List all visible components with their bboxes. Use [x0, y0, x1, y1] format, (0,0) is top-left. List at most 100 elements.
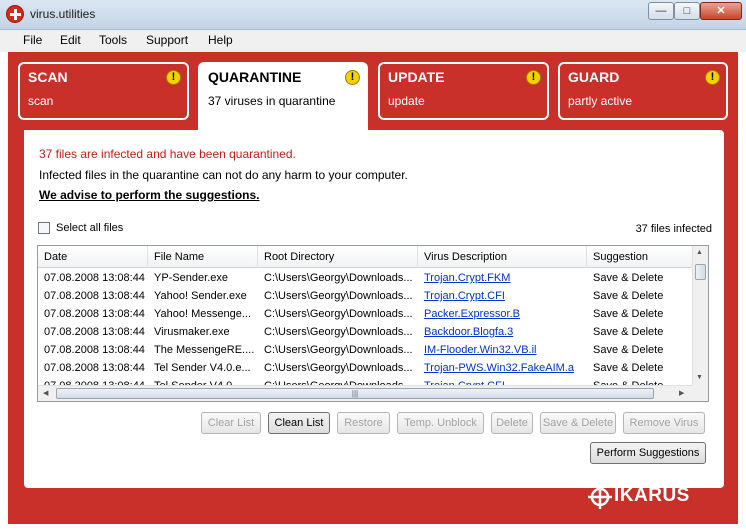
cell-suggestion: Save & Delete: [593, 362, 664, 374]
cell-root-directory: C:\Users\Georgy\Downloads...: [264, 344, 413, 356]
cell-date: 07.08.2008 13:08:44: [44, 362, 145, 374]
table-row[interactable]: 07.08.2008 13:08:44 The MessengeRE.... C…: [38, 341, 693, 359]
table-row[interactable]: 07.08.2008 13:08:44 YP-Sender.exe C:\Use…: [38, 269, 693, 287]
tab-title: UPDATE: [388, 69, 445, 85]
clear-list-button[interactable]: Clear List: [201, 412, 261, 434]
cell-file-name: Yahoo! Sender.exe: [154, 290, 247, 302]
cell-virus-link[interactable]: Trojan.Crypt.FKM: [418, 269, 587, 287]
cell-root-directory: C:\Users\Georgy\Downloads...: [264, 308, 413, 320]
column-date[interactable]: Date: [38, 246, 148, 268]
menu-bar: File Edit Tools Support Help: [0, 30, 746, 52]
cell-root-directory: C:\Users\Georgy\Downloads...: [264, 290, 413, 302]
clean-list-button[interactable]: Clean List: [268, 412, 330, 434]
cell-root-directory: C:\Users\Georgy\Downloads...: [264, 362, 413, 374]
menu-support[interactable]: Support: [146, 33, 188, 47]
table-row[interactable]: 07.08.2008 13:08:44 Tel Sender V4.0.e...…: [38, 359, 693, 377]
scroll-thumb[interactable]: [695, 264, 706, 280]
title-bar: virus.utilities — □ ✕: [0, 0, 746, 30]
scroll-down-icon[interactable]: ▼: [696, 374, 703, 381]
ikarus-logo: IKARUS: [586, 484, 726, 510]
cell-virus-link[interactable]: Trojan-PWS.Win32.FakeAIM.a: [418, 359, 587, 377]
scroll-right-icon[interactable]: ▶: [679, 389, 684, 397]
column-virus-description[interactable]: Virus Description: [418, 246, 587, 268]
save-delete-button[interactable]: Save & Delete: [540, 412, 616, 434]
warning-icon: !: [705, 70, 720, 85]
logo-text: IKARUS: [614, 485, 690, 506]
temp-unblock-button[interactable]: Temp. Unblock: [397, 412, 484, 434]
restore-button[interactable]: Restore: [337, 412, 390, 434]
scroll-thumb[interactable]: |||: [56, 388, 654, 399]
cell-virus-link[interactable]: Backdoor.Blogfa.3: [418, 323, 587, 341]
cell-suggestion: Save & Delete: [593, 290, 664, 302]
tab-scan[interactable]: SCAN scan !: [18, 62, 189, 120]
cell-file-name: YP-Sender.exe: [154, 272, 228, 284]
tab-subtitle: partly active: [568, 94, 633, 108]
maximize-button[interactable]: □: [674, 2, 700, 20]
table-row[interactable]: 07.08.2008 13:08:44 Yahoo! Messenge... C…: [38, 305, 693, 323]
table-header: Date File Name Root Directory Virus Desc…: [38, 246, 693, 268]
cell-date: 07.08.2008 13:08:44: [44, 272, 145, 284]
advice-message: We advise to perform the suggestions.: [39, 188, 260, 202]
infected-count: 37 files infected: [635, 223, 712, 235]
cell-suggestion: Save & Delete: [593, 326, 664, 338]
cell-file-name: Tel Sender V4.0.e...: [154, 362, 251, 374]
close-button[interactable]: ✕: [700, 2, 742, 20]
cell-virus-link[interactable]: IM-Flooder.Win32.VB.il: [418, 341, 587, 359]
warning-icon: !: [345, 70, 360, 85]
column-root-directory[interactable]: Root Directory: [258, 246, 418, 268]
quarantine-table: Date File Name Root Directory Virus Desc…: [37, 245, 709, 402]
scroll-corner: [692, 385, 708, 401]
tab-title: SCAN: [28, 69, 68, 85]
red-cross-icon: [6, 5, 24, 23]
cell-file-name: Yahoo! Messenge...: [154, 308, 252, 320]
tab-update[interactable]: UPDATE update !: [378, 62, 549, 120]
infected-message: 37 files are infected and have been quar…: [39, 147, 296, 161]
column-suggestion[interactable]: Suggestion: [587, 246, 693, 268]
select-all-label: Select all files: [56, 222, 124, 234]
cell-virus-link[interactable]: Trojan.Crypt.CFI: [418, 287, 587, 305]
cell-file-name: The MessengeRE....: [154, 344, 255, 356]
vertical-scrollbar[interactable]: ▲ ▼: [692, 246, 708, 387]
cell-suggestion: Save & Delete: [593, 344, 664, 356]
remove-virus-button[interactable]: Remove Virus: [623, 412, 705, 434]
warning-icon: !: [166, 70, 181, 85]
cell-date: 07.08.2008 13:08:44: [44, 308, 145, 320]
table-row[interactable]: 07.08.2008 13:08:44 Virusmaker.exe C:\Us…: [38, 323, 693, 341]
window-title: virus.utilities: [30, 7, 96, 21]
tab-quarantine[interactable]: QUARANTINE 37 viruses in quarantine !: [198, 62, 368, 134]
cell-suggestion: Save & Delete: [593, 308, 664, 320]
perform-suggestions-button[interactable]: Perform Suggestions: [590, 442, 706, 464]
select-all-checkbox[interactable]: [38, 222, 50, 234]
cell-file-name: Virusmaker.exe: [154, 326, 230, 338]
tab-guard[interactable]: GUARD partly active !: [558, 62, 728, 120]
menu-tools[interactable]: Tools: [99, 33, 127, 47]
scroll-up-icon[interactable]: ▲: [696, 249, 703, 256]
menu-file[interactable]: File: [23, 33, 42, 47]
minimize-button[interactable]: —: [648, 2, 674, 20]
delete-button[interactable]: Delete: [491, 412, 533, 434]
cell-root-directory: C:\Users\Georgy\Downloads...: [264, 326, 413, 338]
ikarus-logo-icon: [588, 485, 612, 509]
tab-subtitle: scan: [28, 94, 54, 108]
warning-icon: !: [526, 70, 541, 85]
tab-title: GUARD: [568, 69, 620, 85]
tab-subtitle: update: [388, 94, 425, 108]
cell-suggestion: Save & Delete: [593, 272, 664, 284]
maximize-icon: □: [683, 5, 691, 17]
cell-root-directory: C:\Users\Georgy\Downloads...: [264, 272, 413, 284]
tab-title: QUARANTINE: [208, 69, 302, 85]
menu-help[interactable]: Help: [208, 33, 233, 47]
quarantine-content: 37 files are infected and have been quar…: [24, 130, 724, 488]
cell-date: 07.08.2008 13:08:44: [44, 344, 145, 356]
table-row[interactable]: 07.08.2008 13:08:44 Yahoo! Sender.exe C:…: [38, 287, 693, 305]
cell-virus-link[interactable]: Packer.Expressor.B: [418, 305, 587, 323]
horizontal-scrollbar[interactable]: ◀ ||| ▶: [38, 385, 693, 401]
close-icon: ✕: [716, 5, 726, 17]
column-file-name[interactable]: File Name: [148, 246, 258, 268]
info-message: Infected files in the quarantine can not…: [39, 168, 408, 182]
menu-edit[interactable]: Edit: [60, 33, 81, 47]
cell-date: 07.08.2008 13:08:44: [44, 326, 145, 338]
main-panel: SCAN scan ! QUARANTINE 37 viruses in qua…: [8, 52, 738, 524]
scroll-left-icon[interactable]: ◀: [43, 389, 48, 397]
minimize-icon: —: [655, 5, 667, 17]
